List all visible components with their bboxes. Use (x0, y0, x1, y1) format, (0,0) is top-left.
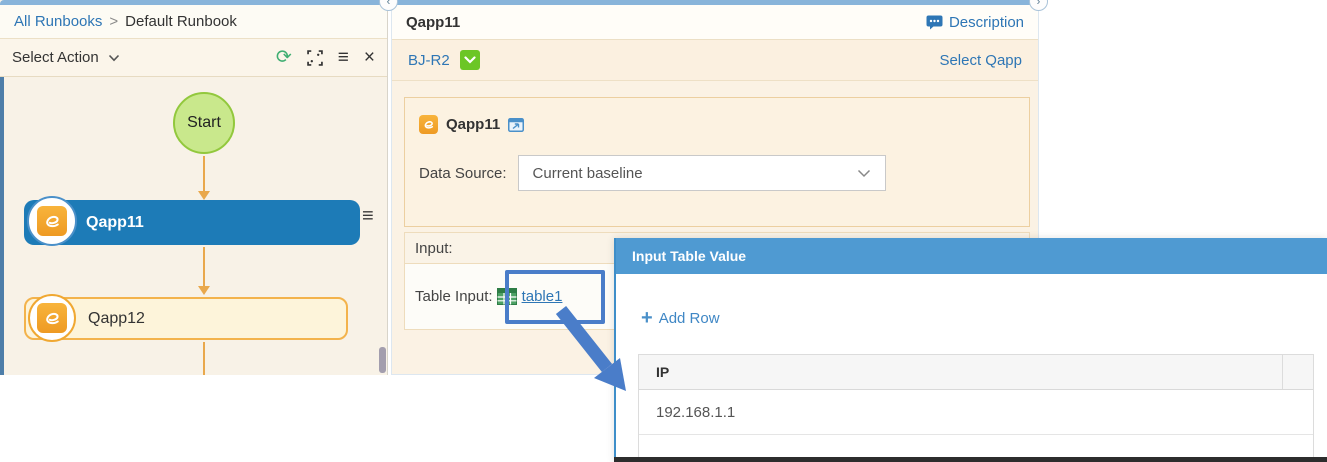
add-row-button[interactable]: + Add Row (641, 308, 720, 328)
description-bubble-icon (926, 15, 943, 30)
select-action-label: Select Action (12, 49, 99, 66)
qapp-icon (37, 206, 67, 236)
qapp11-node-badge (27, 196, 77, 246)
menu-icon[interactable]: ≡ (338, 48, 349, 67)
qapp-box-title-row: Qapp11 (419, 115, 1015, 134)
collapse-left-icon: ‹ (387, 0, 391, 8)
column-header-ip: IP (639, 355, 1282, 389)
input-table: IP 192.168.1.1 (638, 354, 1314, 461)
table-header-row: IP (639, 355, 1313, 390)
table-input-label: Table Input: (415, 288, 493, 305)
flow-toolbar: Select Action ⟳ ≡ × (0, 39, 387, 77)
select-qapp-link[interactable]: Select Qapp (939, 52, 1022, 69)
breadcrumb-separator: > (109, 13, 118, 30)
breadcrumb-current: Default Runbook (125, 13, 237, 30)
detail-panel-title: Qapp11 (406, 14, 460, 31)
detail-panel-header: Qapp11 Description (392, 5, 1038, 40)
chevron-down-icon (464, 56, 476, 64)
flow-canvas: Start Qapp11 ≡ Qapp12 (0, 77, 387, 375)
data-source-select[interactable]: Current baseline (518, 155, 886, 191)
flow-start-node[interactable]: Start (173, 92, 235, 154)
fit-view-icon[interactable] (307, 50, 323, 66)
collapse-right-icon: › (1037, 0, 1041, 8)
data-source-row: Data Source: Current baseline (419, 155, 1015, 191)
description-link[interactable]: Description (926, 14, 1024, 31)
data-source-value: Current baseline (533, 165, 643, 182)
table-cell-ip[interactable]: 192.168.1.1 (656, 404, 735, 421)
flow-arrowhead-icon (198, 191, 210, 200)
qapp-settings-box: Qapp11 Data Source: Current baseline (404, 97, 1030, 227)
table-row[interactable]: 192.168.1.1 (639, 390, 1313, 435)
qapp-box-title: Qapp11 (446, 116, 500, 133)
qapp-icon (419, 115, 438, 134)
input-table-value-dialog: Input Table Value + Add Row IP 192.168.1… (614, 238, 1327, 462)
device-row: BJ-R2 Select Qapp (392, 40, 1038, 81)
chevron-down-icon (108, 54, 120, 62)
runbook-screen: All Runbooks > Default Runbook Select Ac… (0, 0, 1327, 462)
open-window-icon[interactable] (508, 118, 524, 132)
device-name-link[interactable]: BJ-R2 (408, 52, 450, 69)
qapp-icon (37, 303, 67, 333)
breadcrumb: All Runbooks > Default Runbook (0, 5, 387, 39)
breadcrumb-all-runbooks-link[interactable]: All Runbooks (14, 13, 102, 30)
description-label: Description (949, 14, 1024, 31)
dialog-bottom-bar (614, 457, 1327, 462)
flow-connector (203, 342, 205, 375)
node-menu-icon[interactable]: ≡ (362, 206, 374, 226)
flow-connector (203, 156, 205, 192)
chevron-down-icon (857, 169, 871, 178)
qapp12-node-badge (28, 294, 76, 342)
add-row-label: Add Row (659, 310, 720, 327)
flow-arrowhead-icon (198, 286, 210, 295)
device-status-dropdown[interactable] (460, 50, 480, 70)
input-label: Input: (415, 240, 453, 257)
flow-connector (203, 247, 205, 287)
select-action-dropdown[interactable]: Select Action (12, 49, 120, 66)
dialog-title: Input Table Value (632, 248, 746, 264)
close-icon[interactable]: × (364, 48, 375, 67)
refresh-icon[interactable]: ⟳ (276, 48, 292, 67)
table-header-spacer (1282, 355, 1313, 389)
annotation-arrow-icon (545, 300, 645, 405)
data-source-label: Data Source: (419, 165, 507, 182)
flow-toolbar-icons: ⟳ ≡ × (276, 48, 375, 67)
canvas-scrollbar-thumb[interactable] (379, 347, 386, 373)
dialog-header: Input Table Value (616, 238, 1327, 274)
runbook-flow-panel: All Runbooks > Default Runbook Select Ac… (0, 0, 388, 375)
